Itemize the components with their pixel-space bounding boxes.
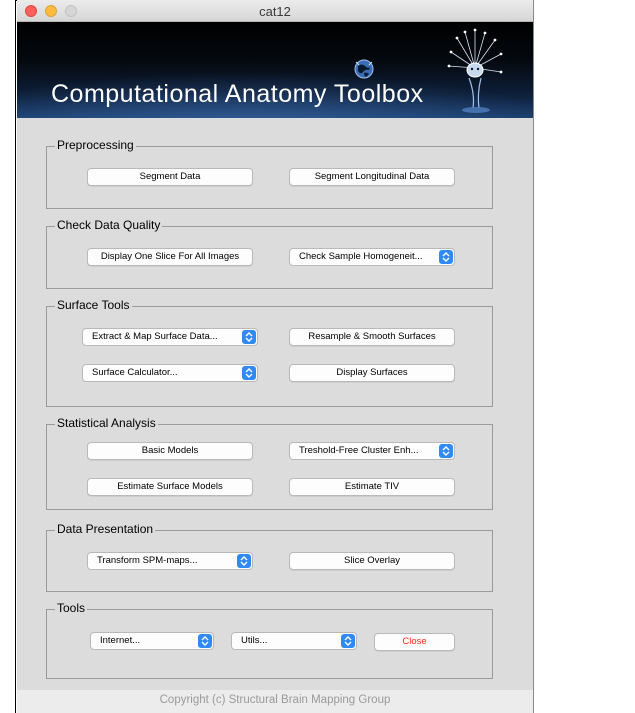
surface-calculator-select[interactable]: Surface Calculator... bbox=[82, 364, 258, 382]
slice-overlay-button[interactable]: Slice Overlay bbox=[289, 552, 455, 570]
estimate-tiv-button[interactable]: Estimate TIV bbox=[289, 478, 455, 496]
cat12-window: cat12 Computational Anatomy Toolbox Prep… bbox=[17, 0, 533, 713]
basic-models-button[interactable]: Basic Models bbox=[87, 442, 253, 460]
chevron-updown-icon bbox=[242, 330, 256, 344]
utils-label: Utils... bbox=[241, 635, 268, 646]
copyright-text: Copyright (c) Structural Brain Mapping G… bbox=[159, 694, 391, 706]
check-sample-homogeneity-select[interactable]: Check Sample Homogeneit... bbox=[289, 248, 455, 266]
segment-data-button[interactable]: Segment Data bbox=[87, 168, 253, 186]
tfce-select[interactable]: Treshold-Free Cluster Enh... bbox=[289, 442, 455, 460]
footer-bar: Copyright (c) Structural Brain Mapping G… bbox=[17, 690, 533, 713]
utils-select[interactable]: Utils... bbox=[231, 632, 357, 650]
estimate-surface-models-button[interactable]: Estimate Surface Models bbox=[87, 478, 253, 496]
transform-spm-maps-select[interactable]: Transform SPM-maps... bbox=[87, 552, 253, 570]
chevron-updown-icon bbox=[242, 366, 256, 380]
chevron-updown-icon bbox=[198, 634, 212, 648]
chevron-updown-icon bbox=[439, 444, 453, 458]
window-title: cat12 bbox=[259, 4, 291, 19]
extract-map-surface-label: Extract & Map Surface Data... bbox=[92, 331, 218, 342]
statistical-analysis-title: Statistical Analysis bbox=[55, 416, 158, 430]
chevron-updown-icon bbox=[237, 554, 251, 568]
check-data-quality-panel: Check Data Quality Display One Slice For… bbox=[46, 218, 493, 289]
toolbox-banner: Computational Anatomy Toolbox bbox=[17, 22, 533, 118]
data-presentation-panel: Data Presentation Transform SPM-maps... … bbox=[46, 522, 493, 592]
left-margin bbox=[0, 0, 16, 713]
check-sample-homogeneity-label: Check Sample Homogeneit... bbox=[299, 251, 423, 262]
title-bar[interactable]: cat12 bbox=[17, 0, 533, 22]
close-button[interactable]: Close bbox=[374, 633, 455, 651]
banner-title: Computational Anatomy Toolbox bbox=[51, 80, 424, 108]
tools-title: Tools bbox=[55, 601, 88, 615]
right-blank-pane bbox=[533, 0, 635, 713]
surface-tools-title: Surface Tools bbox=[55, 298, 132, 312]
display-one-slice-button[interactable]: Display One Slice For All Images bbox=[87, 248, 253, 266]
statistical-analysis-panel: Statistical Analysis Basic Models Tresho… bbox=[46, 416, 493, 510]
surface-calculator-label: Surface Calculator... bbox=[92, 367, 178, 378]
preprocessing-panel: Preprocessing Segment Data Segment Longi… bbox=[46, 138, 493, 209]
internet-select[interactable]: Internet... bbox=[90, 632, 214, 650]
data-presentation-title: Data Presentation bbox=[55, 522, 156, 536]
surface-tools-panel: Surface Tools Extract & Map Surface Data… bbox=[46, 298, 493, 407]
segment-longitudinal-data-button[interactable]: Segment Longitudinal Data bbox=[289, 168, 455, 186]
transform-spm-maps-label: Transform SPM-maps... bbox=[97, 555, 198, 566]
preprocessing-title: Preprocessing bbox=[55, 138, 136, 152]
check-data-quality-title: Check Data Quality bbox=[55, 218, 163, 232]
chevron-updown-icon bbox=[341, 634, 355, 648]
cat-logo-icon bbox=[447, 28, 503, 113]
tfce-label: Treshold-Free Cluster Enh... bbox=[299, 445, 419, 456]
resample-smooth-surfaces-button[interactable]: Resample & Smooth Surfaces bbox=[289, 328, 455, 346]
globe-icon bbox=[354, 59, 374, 79]
chevron-updown-icon bbox=[439, 250, 453, 264]
internet-label: Internet... bbox=[100, 635, 141, 646]
display-surfaces-button[interactable]: Display Surfaces bbox=[289, 364, 455, 382]
extract-map-surface-select[interactable]: Extract & Map Surface Data... bbox=[82, 328, 258, 346]
tools-panel: Tools Internet... Utils... Close bbox=[46, 601, 493, 679]
